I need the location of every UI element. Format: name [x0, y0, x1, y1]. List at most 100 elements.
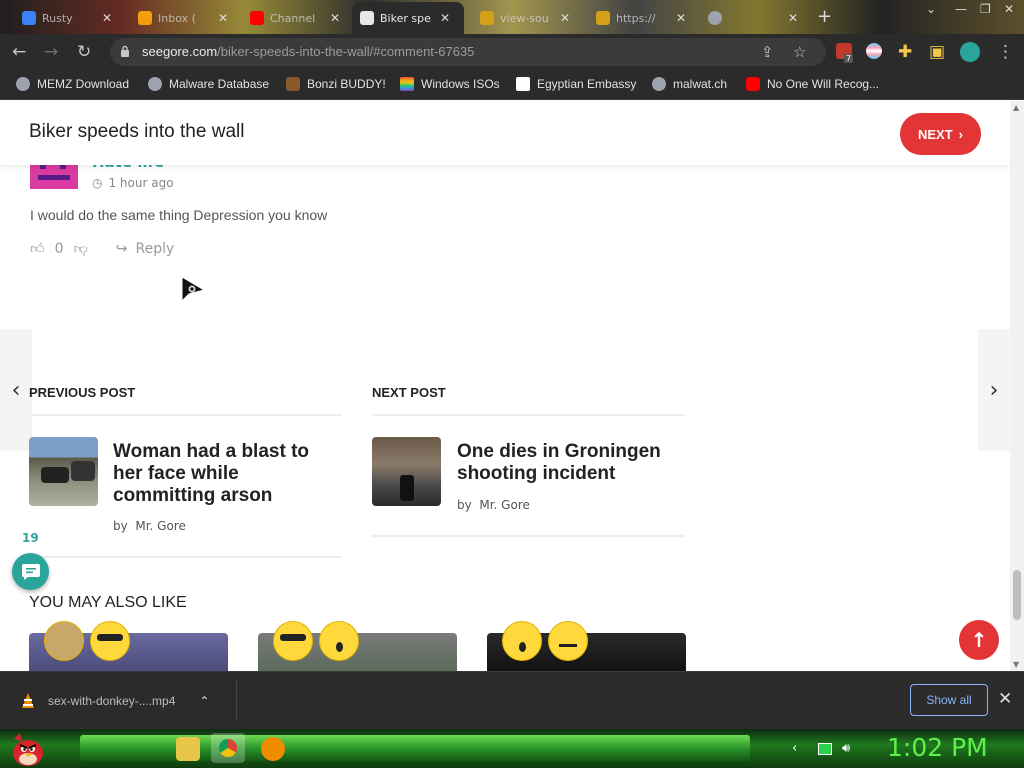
- bookmark-label: malwat.ch: [673, 77, 728, 91]
- arrow-up-icon: ↑: [970, 628, 988, 652]
- comments-button[interactable]: [12, 553, 49, 590]
- post-author[interactable]: Mr. Gore: [135, 519, 186, 533]
- tray-chevron-icon[interactable]: ‹: [792, 741, 797, 756]
- sunglasses-emoji-icon: [273, 621, 313, 661]
- bonzi-icon: [286, 77, 300, 91]
- flag-extension-icon[interactable]: [866, 43, 882, 59]
- tab-close-icon[interactable]: ✕: [218, 11, 228, 25]
- reply-button[interactable]: ↪ Reply: [116, 241, 175, 257]
- tab-5[interactable]: view-sou ✕: [472, 4, 578, 32]
- taskbar-clock[interactable]: 1:02 PM: [887, 733, 988, 762]
- back-to-top-button[interactable]: ↑: [959, 620, 999, 660]
- volume-icon[interactable]: 🔊︎: [842, 741, 850, 756]
- previous-post-heading: PREVIOUS POST: [29, 385, 136, 400]
- forward-icon[interactable]: →: [44, 42, 58, 62]
- bookmark-youtube-video[interactable]: No One Will Recog...: [746, 77, 879, 91]
- next-post-arrow[interactable]: ›: [978, 329, 1010, 451]
- tab-favicon-icon: [596, 11, 610, 25]
- reload-icon[interactable]: ↻: [77, 42, 91, 62]
- tab-favicon-icon: [480, 11, 494, 25]
- tab-6[interactable]: https:// ✕: [588, 4, 694, 32]
- next-post-thumbnail[interactable]: [372, 437, 441, 506]
- post-author[interactable]: Mr. Gore: [479, 498, 530, 512]
- reply-arrow-icon: ↪: [115, 240, 128, 257]
- close-downloads-icon[interactable]: ✕: [998, 689, 1012, 709]
- like-count: 0: [54, 240, 64, 257]
- bookmark-malware-database[interactable]: Malware Database: [148, 77, 269, 91]
- tab-title: Channel: [270, 11, 316, 25]
- tab-close-icon[interactable]: ✕: [788, 11, 798, 25]
- by-label: by: [457, 498, 472, 512]
- angry-emoji-icon: [548, 621, 588, 661]
- tab-close-icon[interactable]: ✕: [676, 11, 686, 25]
- bookmark-windows-isos[interactable]: Windows ISOs: [400, 77, 500, 91]
- tab-close-icon[interactable]: ✕: [440, 11, 450, 25]
- next-post-button[interactable]: NEXT ›: [900, 113, 981, 155]
- tab-close-icon[interactable]: ✕: [560, 11, 570, 25]
- youtube-icon: [746, 77, 760, 91]
- extensions-puzzle-icon[interactable]: ✚: [898, 42, 912, 62]
- divider: [372, 414, 685, 416]
- profile-avatar-icon[interactable]: [960, 42, 980, 62]
- tab-1[interactable]: Rusty ✕: [14, 4, 120, 32]
- tab-2[interactable]: Inbox ( ✕: [130, 4, 236, 32]
- tab-close-icon[interactable]: ✕: [330, 11, 340, 25]
- rainbow-flag-icon: [400, 77, 414, 91]
- tab-3[interactable]: Channel ✕: [242, 4, 348, 32]
- comment-timestamp: ◷ 1 hour ago: [92, 176, 174, 190]
- thumbs-down-icon[interactable]: 👎︎: [74, 240, 88, 257]
- scrollbar-thumb[interactable]: [1013, 570, 1021, 620]
- bookmark-malwatch[interactable]: malwat.ch: [652, 77, 727, 91]
- tab-7[interactable]: ✕: [700, 4, 806, 32]
- comment-bubble-icon: [21, 563, 40, 580]
- share-icon[interactable]: ⇪: [761, 43, 774, 61]
- windows-taskbar: ‹ 🔊︎ 1:02 PM: [0, 729, 1024, 768]
- flash-app-icon[interactable]: [261, 737, 285, 761]
- network-icon[interactable]: [818, 743, 832, 755]
- next-button-label: NEXT: [917, 126, 953, 142]
- you-may-also-like-heading: YOU MAY ALSO LIKE: [29, 594, 187, 611]
- tab-close-icon[interactable]: ✕: [102, 11, 112, 25]
- extension-badge: 7: [844, 54, 854, 63]
- new-tab-icon[interactable]: +: [817, 6, 832, 27]
- show-all-downloads-button[interactable]: Show all: [910, 684, 988, 716]
- scroll-up-icon[interactable]: ▲: [1013, 103, 1019, 112]
- close-window-icon[interactable]: ✕: [1004, 2, 1014, 16]
- comment-actions: 👍︎ 0 👎︎ ↪ Reply: [30, 240, 175, 258]
- restore-icon[interactable]: ❐: [980, 2, 991, 16]
- previous-post-title[interactable]: Woman had a blast to her face while comm…: [113, 441, 338, 507]
- bookmark-star-icon[interactable]: ☆: [793, 43, 806, 61]
- url-path: /biker-speeds-into-the-wall/#comment-676…: [217, 44, 475, 59]
- bookmark-label: Windows ISOs: [421, 77, 500, 91]
- download-item[interactable]: sex-with-donkey-....mp4 ⌃: [20, 692, 209, 710]
- clock-icon: ◷: [92, 176, 103, 190]
- bookmark-egyptian-embassy[interactable]: Egyptian Embassy: [516, 77, 636, 91]
- previous-post-thumbnail[interactable]: [29, 437, 98, 506]
- address-bar[interactable]: seegore.com/biker-speeds-into-the-wall/#…: [110, 38, 826, 66]
- next-post-title[interactable]: One dies in Groningen shooting incident: [457, 441, 682, 485]
- page-scrollbar[interactable]: ▲ ▼: [1010, 101, 1024, 671]
- previous-post-arrow[interactable]: ‹: [0, 329, 32, 451]
- thumbs-up-icon[interactable]: 👍︎: [30, 240, 45, 257]
- chrome-taskbar-button[interactable]: [211, 733, 245, 763]
- scroll-down-icon[interactable]: ▼: [1013, 660, 1019, 669]
- chevron-up-icon[interactable]: ⌃: [199, 694, 209, 708]
- bookmark-label: Egyptian Embassy: [537, 77, 637, 91]
- reply-label: Reply: [135, 240, 175, 257]
- tab-search-icon[interactable]: ⌄: [926, 2, 936, 16]
- next-post-heading: NEXT POST: [372, 385, 446, 400]
- bookmark-bonzi-buddy[interactable]: Bonzi BUDDY!: [286, 77, 386, 91]
- file-explorer-icon[interactable]: [176, 737, 200, 761]
- tab-active[interactable]: Biker spe ✕: [352, 2, 464, 34]
- bookmark-label: Bonzi BUDDY!: [307, 77, 386, 91]
- menu-dots-icon[interactable]: ⋮: [997, 42, 1014, 62]
- comment-body: I would do the same thing Depression you…: [30, 207, 328, 223]
- wix-icon: [516, 77, 530, 91]
- divider: [236, 680, 237, 720]
- angry-bird-start-icon[interactable]: [6, 729, 46, 768]
- sidebar-panel-icon[interactable]: ▣: [929, 42, 945, 62]
- bookmark-memz[interactable]: MEMZ Download: [16, 77, 129, 91]
- minimize-icon[interactable]: —: [955, 2, 967, 16]
- back-icon[interactable]: ←: [12, 42, 26, 62]
- by-label: by: [113, 519, 128, 533]
